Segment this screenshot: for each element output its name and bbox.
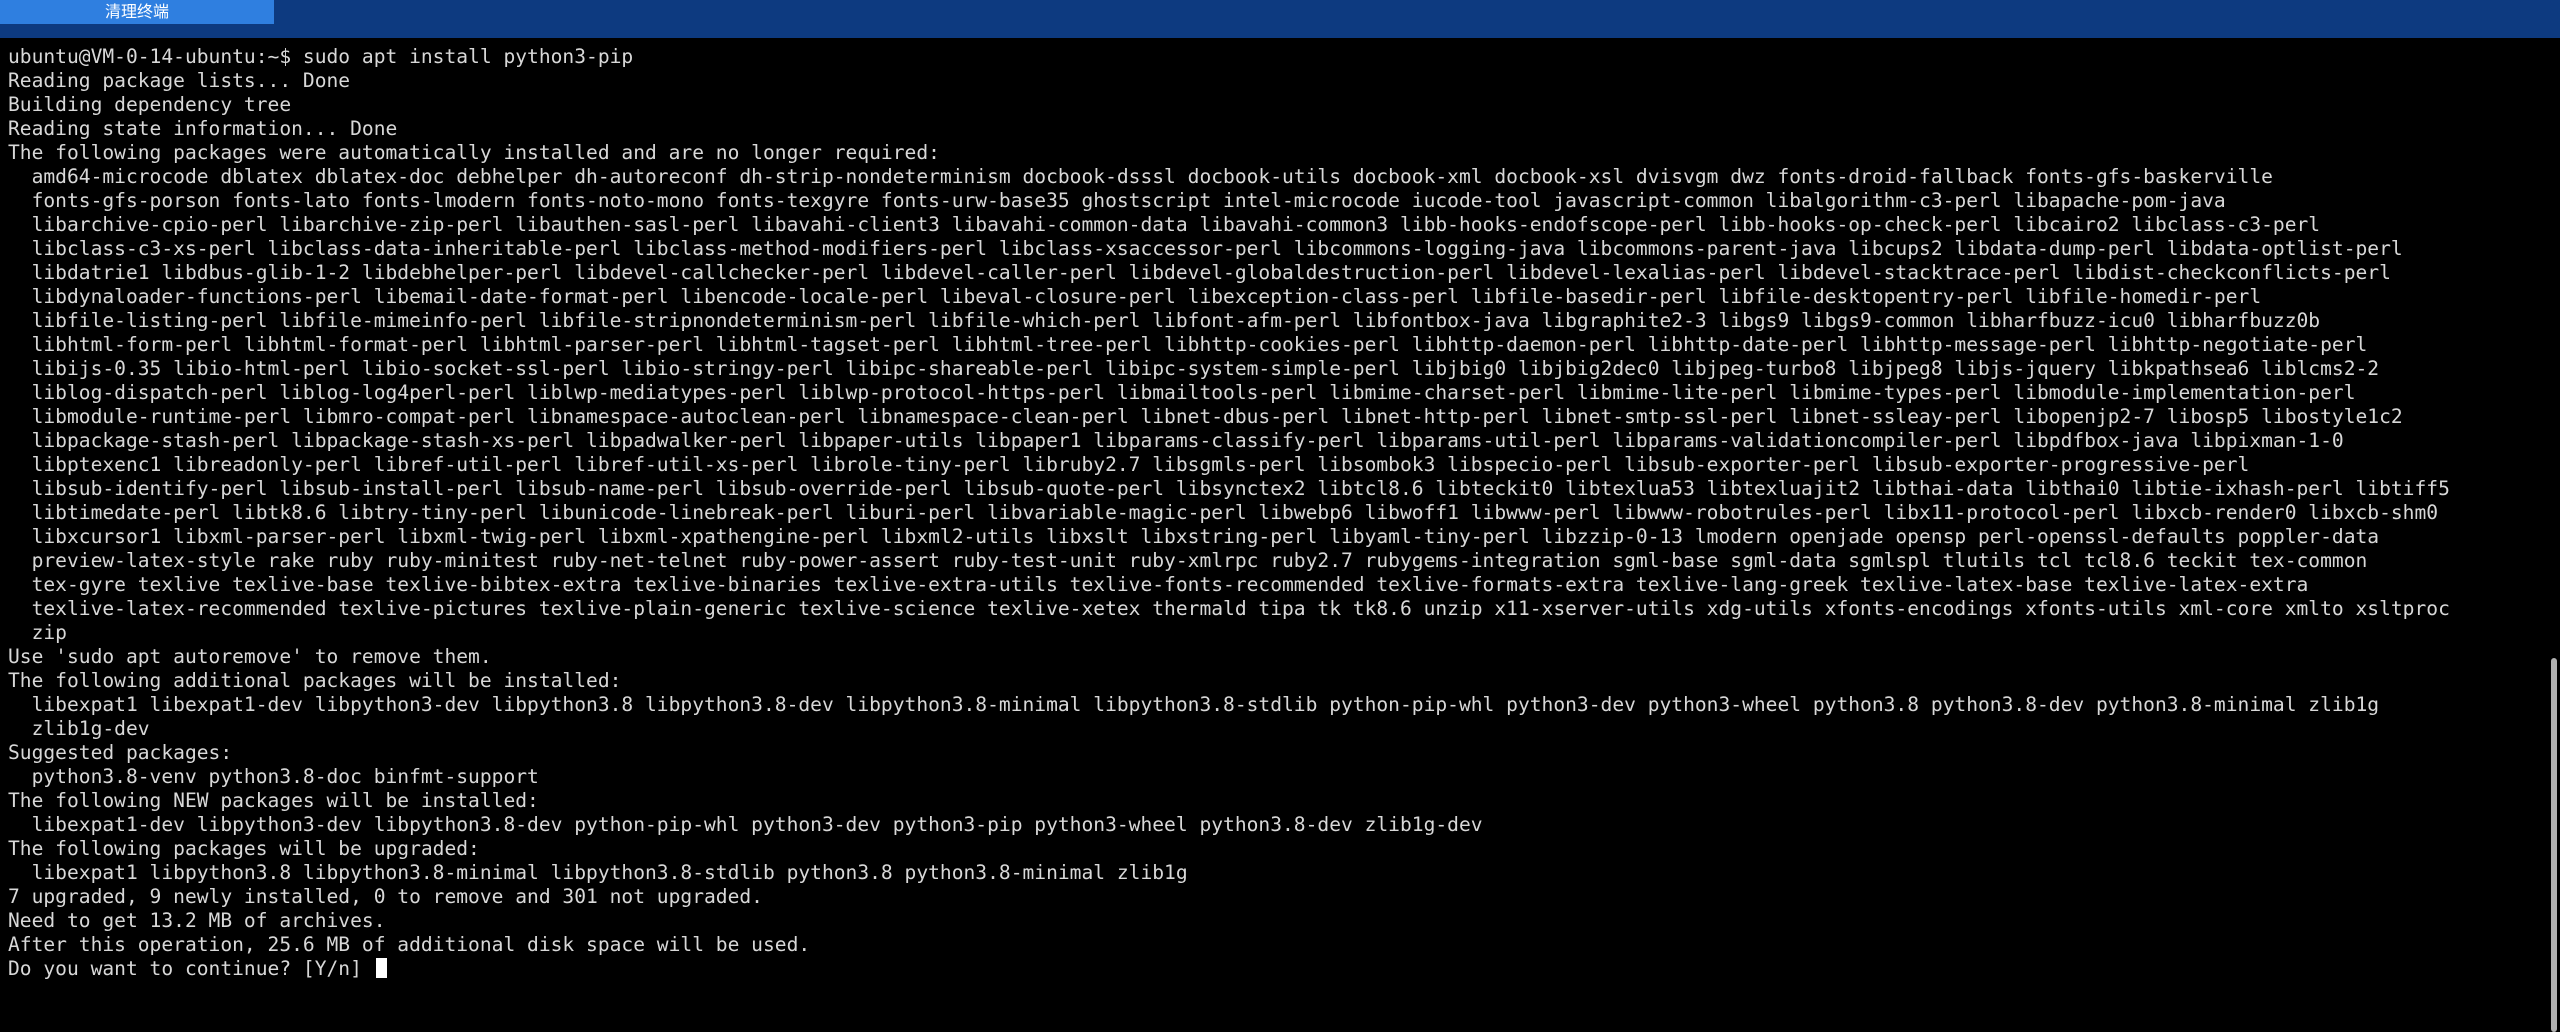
terminal-line: ubuntu@VM-0-14-ubuntu:~$ sudo apt instal… <box>8 45 634 68</box>
terminal-line: libptexenc1 libreadonly-perl libref-util… <box>8 453 2250 476</box>
terminal-prompt-line[interactable]: Do you want to continue? [Y/n] <box>8 957 2548 981</box>
terminal-line: Use 'sudo apt autoremove' to remove them… <box>8 645 492 668</box>
terminal-output[interactable]: ubuntu@VM-0-14-ubuntu:~$ sudo apt instal… <box>0 38 2548 1032</box>
terminal-line: libxcursor1 libxml-parser-perl libxml-tw… <box>8 525 2380 548</box>
text-cursor <box>375 958 387 978</box>
terminal-line: The following packages will be upgraded: <box>8 837 480 860</box>
terminal-line: libarchive-cpio-perl libarchive-zip-perl… <box>8 213 2321 236</box>
terminal-line: Reading state information... Done <box>8 117 398 140</box>
terminal-line: libsub-identify-perl libsub-install-perl… <box>8 477 2450 500</box>
terminal-line: libmodule-runtime-perl libmro-compat-per… <box>8 405 2403 428</box>
continue-prompt: Do you want to continue? [Y/n] <box>8 957 374 980</box>
terminal-line: zip <box>8 621 67 644</box>
terminal-line: 7 upgraded, 9 newly installed, 0 to remo… <box>8 885 763 908</box>
terminal-line: The following packages were automaticall… <box>8 141 940 164</box>
terminal-line: Reading package lists... Done <box>8 69 351 92</box>
terminal-line: libexpat1 libpython3.8 libpython3.8-mini… <box>8 861 1188 884</box>
scrollbar-thumb[interactable] <box>2551 658 2557 1032</box>
terminal-line: libfile-listing-perl libfile-mimeinfo-pe… <box>8 309 2321 332</box>
terminal-line: texlive-latex-recommended texlive-pictur… <box>8 597 2450 620</box>
terminal-line: libijs-0.35 libio-html-perl libio-socket… <box>8 357 2380 380</box>
terminal-line: Need to get 13.2 MB of archives. <box>8 909 386 932</box>
terminal-line: libpackage-stash-perl libpackage-stash-x… <box>8 429 2344 452</box>
terminal-line: zlib1g-dev <box>8 717 150 740</box>
terminal-line: python3.8-venv python3.8-doc binfmt-supp… <box>8 765 539 788</box>
terminal-line: libdynaloader-functions-perl libemail-da… <box>8 285 2262 308</box>
terminal-toolbar: 清理终端 <box>0 0 2560 38</box>
terminal-line: libhtml-form-perl libhtml-format-perl li… <box>8 333 2368 356</box>
terminal-line: tex-gyre texlive texlive-base texlive-bi… <box>8 573 2309 596</box>
terminal-line: Building dependency tree <box>8 93 292 116</box>
terminal-line: preview-latex-style rake ruby ruby-minit… <box>8 549 2368 572</box>
terminal-line: After this operation, 25.6 MB of additio… <box>8 933 811 956</box>
terminal-line: libexpat1 libexpat1-dev libpython3-dev l… <box>8 693 2380 716</box>
terminal-line: fonts-gfs-porson fonts-lato fonts-lmoder… <box>8 189 2226 212</box>
terminal-line: liblog-dispatch-perl liblog-log4perl-per… <box>8 381 2356 404</box>
clear-terminal-button[interactable]: 清理终端 <box>0 0 274 24</box>
terminal-line: amd64-microcode dblatex dblatex-doc debh… <box>8 165 2273 188</box>
terminal-line: libclass-c3-xs-perl libclass-data-inheri… <box>8 237 2403 260</box>
terminal-line: libdatrie1 libdbus-glib-1-2 libdebhelper… <box>8 261 2391 284</box>
terminal-text: ubuntu@VM-0-14-ubuntu:~$ sudo apt instal… <box>0 38 2548 981</box>
terminal-line: The following NEW packages will be insta… <box>8 789 539 812</box>
terminal-line: libtimedate-perl libtk8.6 libtry-tiny-pe… <box>8 501 2439 524</box>
terminal-line: Suggested packages: <box>8 741 233 764</box>
terminal-line: The following additional packages will b… <box>8 669 622 692</box>
terminal-line: libexpat1-dev libpython3-dev libpython3.… <box>8 813 1483 836</box>
terminal-scrollbar[interactable] <box>2548 38 2560 1032</box>
